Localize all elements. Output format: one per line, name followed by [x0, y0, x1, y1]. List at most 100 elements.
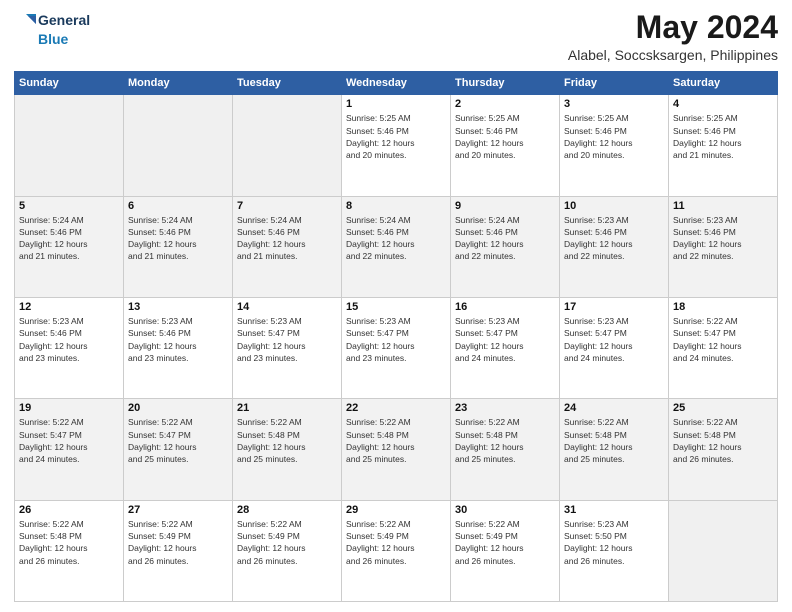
calendar-cell: 18Sunrise: 5:22 AM Sunset: 5:47 PM Dayli…	[669, 297, 778, 398]
day-number: 4	[673, 98, 773, 110]
calendar-cell: 16 Sunrise: 5:23 AM Sunset: 5:47 PM Dayli…	[451, 297, 560, 398]
day-number: 5	[19, 200, 119, 212]
calendar-cell: 2Sunrise: 5:25 AM Sunset: 5:46 PM Daylig…	[451, 95, 560, 196]
day-info: Sunrise: 5:25 AM Sunset: 5:46 PM Dayligh…	[346, 112, 446, 161]
day-info: Sunrise: 5:22 AM Sunset: 5:48 PM Dayligh…	[237, 416, 337, 465]
header-monday: Monday	[124, 72, 233, 95]
logo-wordmark: General Blue	[14, 10, 90, 47]
header-saturday: Saturday	[669, 72, 778, 95]
day-info: Sunrise: 5:22 AM Sunset: 5:49 PM Dayligh…	[128, 518, 228, 567]
calendar-week-0: 1Sunrise: 5:25 AM Sunset: 5:46 PM Daylig…	[15, 95, 778, 196]
calendar-cell: 11 Sunrise: 5:23 AM Sunset: 5:46 PM Dayli…	[669, 196, 778, 297]
day-number: 20	[128, 402, 228, 414]
calendar-cell: 12Sunrise: 5:23 AM Sunset: 5:46 PM Dayli…	[15, 297, 124, 398]
day-number: 9	[455, 200, 555, 212]
day-info: Sunrise: 5:22 AM Sunset: 5:48 PM Dayligh…	[346, 416, 446, 465]
location: Alabel, Soccsksargen, Philippines	[568, 47, 778, 63]
calendar-cell: 25 Sunrise: 5:22 AM Sunset: 5:48 PM Dayli…	[669, 399, 778, 500]
calendar-cell: 13 Sunrise: 5:23 AM Sunset: 5:46 PM Dayli…	[124, 297, 233, 398]
day-number: 13	[128, 301, 228, 313]
calendar-cell: 27 Sunrise: 5:22 AM Sunset: 5:49 PM Dayli…	[124, 500, 233, 601]
day-info: Sunrise: 5:23 AM Sunset: 5:46 PM Dayligh…	[564, 214, 664, 263]
day-number: 27	[128, 504, 228, 516]
day-number: 15	[346, 301, 446, 313]
logo-bird-icon	[14, 10, 36, 32]
calendar-header-row: Sunday Monday Tuesday Wednesday Thursday…	[15, 72, 778, 95]
calendar-cell: 5 Sunrise: 5:24 AM Sunset: 5:46 PM Daylig…	[15, 196, 124, 297]
day-info: Sunrise: 5:24 AM Sunset: 5:46 PM Dayligh…	[19, 214, 119, 263]
logo-blue: Blue	[38, 32, 68, 47]
calendar-cell: 17 Sunrise: 5:23 AM Sunset: 5:47 PM Dayli…	[560, 297, 669, 398]
calendar-cell: 20 Sunrise: 5:22 AM Sunset: 5:47 PM Dayli…	[124, 399, 233, 500]
day-info: Sunrise: 5:23 AM Sunset: 5:46 PM Dayligh…	[128, 315, 228, 364]
header-sunday: Sunday	[15, 72, 124, 95]
day-number: 11	[673, 200, 773, 212]
day-info: Sunrise: 5:24 AM Sunset: 5:46 PM Dayligh…	[346, 214, 446, 263]
day-number: 16	[455, 301, 555, 313]
calendar-cell: 19 Sunrise: 5:22 AM Sunset: 5:47 PM Dayli…	[15, 399, 124, 500]
day-number: 17	[564, 301, 664, 313]
day-number: 25	[673, 402, 773, 414]
day-info: Sunrise: 5:22 AM Sunset: 5:48 PM Dayligh…	[673, 416, 773, 465]
day-info: Sunrise: 5:22 AM Sunset: 5:48 PM Dayligh…	[564, 416, 664, 465]
calendar-cell	[669, 500, 778, 601]
day-number: 31	[564, 504, 664, 516]
calendar-cell: 24 Sunrise: 5:22 AM Sunset: 5:48 PM Dayli…	[560, 399, 669, 500]
calendar-cell: 23 Sunrise: 5:22 AM Sunset: 5:48 PM Dayli…	[451, 399, 560, 500]
calendar-cell: 30 Sunrise: 5:22 AM Sunset: 5:49 PM Dayli…	[451, 500, 560, 601]
calendar-cell: 26Sunrise: 5:22 AM Sunset: 5:48 PM Dayli…	[15, 500, 124, 601]
calendar-cell: 14Sunrise: 5:23 AM Sunset: 5:47 PM Dayli…	[233, 297, 342, 398]
header-thursday: Thursday	[451, 72, 560, 95]
day-info: Sunrise: 5:22 AM Sunset: 5:47 PM Dayligh…	[19, 416, 119, 465]
calendar-week-1: 5 Sunrise: 5:24 AM Sunset: 5:46 PM Daylig…	[15, 196, 778, 297]
logo-general: General	[38, 13, 90, 28]
day-number: 19	[19, 402, 119, 414]
day-info: Sunrise: 5:22 AM Sunset: 5:47 PM Dayligh…	[673, 315, 773, 364]
day-info: Sunrise: 5:25 AM Sunset: 5:46 PM Dayligh…	[564, 112, 664, 161]
day-info: Sunrise: 5:23 AM Sunset: 5:47 PM Dayligh…	[455, 315, 555, 364]
calendar-cell: 9 Sunrise: 5:24 AM Sunset: 5:46 PM Daylig…	[451, 196, 560, 297]
calendar-week-2: 12 Sunrise: 5:23 AM Sunset: 5:46 PM Dayli…	[15, 297, 778, 398]
calendar-cell	[124, 95, 233, 196]
calendar-table: Sunday Monday Tuesday Wednesday Thursday…	[14, 71, 778, 602]
day-info: Sunrise: 5:22 AM Sunset: 5:48 PM Dayligh…	[19, 518, 119, 567]
page: General Blue May 2024 Alabel, Soccsksarg…	[0, 0, 792, 612]
day-number: 8	[346, 200, 446, 212]
day-info: Sunrise: 5:23 AM Sunset: 5:47 PM Dayligh…	[346, 315, 446, 364]
day-number: 6	[128, 200, 228, 212]
day-number: 21	[237, 402, 337, 414]
calendar-cell: 6Sunrise: 5:24 AM Sunset: 5:46 PM Daylig…	[124, 196, 233, 297]
day-number: 12	[19, 301, 119, 313]
calendar-cell: 8 Sunrise: 5:24 AM Sunset: 5:46 PM Daylig…	[342, 196, 451, 297]
calendar-cell: 21 Sunrise: 5:22 AM Sunset: 5:48 PM Dayli…	[233, 399, 342, 500]
calendar-cell: 10Sunrise: 5:23 AM Sunset: 5:46 PM Dayli…	[560, 196, 669, 297]
day-info: Sunrise: 5:23 AM Sunset: 5:46 PM Dayligh…	[673, 214, 773, 263]
calendar-cell: 7Sunrise: 5:24 AM Sunset: 5:46 PM Daylig…	[233, 196, 342, 297]
month-year: May 2024	[568, 10, 778, 45]
day-info: Sunrise: 5:22 AM Sunset: 5:49 PM Dayligh…	[237, 518, 337, 567]
day-info: Sunrise: 5:22 AM Sunset: 5:49 PM Dayligh…	[346, 518, 446, 567]
header-tuesday: Tuesday	[233, 72, 342, 95]
day-number: 24	[564, 402, 664, 414]
calendar-week-3: 19 Sunrise: 5:22 AM Sunset: 5:47 PM Dayli…	[15, 399, 778, 500]
day-number: 23	[455, 402, 555, 414]
calendar-cell: 28Sunrise: 5:22 AM Sunset: 5:49 PM Dayli…	[233, 500, 342, 601]
day-info: Sunrise: 5:22 AM Sunset: 5:47 PM Dayligh…	[128, 416, 228, 465]
header-wednesday: Wednesday	[342, 72, 451, 95]
calendar-cell: 15 Sunrise: 5:23 AM Sunset: 5:47 PM Dayli…	[342, 297, 451, 398]
day-number: 2	[455, 98, 555, 110]
day-info: Sunrise: 5:23 AM Sunset: 5:47 PM Dayligh…	[564, 315, 664, 364]
calendar-cell	[233, 95, 342, 196]
day-info: Sunrise: 5:22 AM Sunset: 5:48 PM Dayligh…	[455, 416, 555, 465]
day-number: 14	[237, 301, 337, 313]
header-friday: Friday	[560, 72, 669, 95]
calendar-cell: 29Sunrise: 5:22 AM Sunset: 5:49 PM Dayli…	[342, 500, 451, 601]
calendar-cell: 4Sunrise: 5:25 AM Sunset: 5:46 PM Daylig…	[669, 95, 778, 196]
day-info: Sunrise: 5:22 AM Sunset: 5:49 PM Dayligh…	[455, 518, 555, 567]
day-info: Sunrise: 5:24 AM Sunset: 5:46 PM Dayligh…	[455, 214, 555, 263]
day-number: 3	[564, 98, 664, 110]
day-number: 30	[455, 504, 555, 516]
calendar-cell: 1Sunrise: 5:25 AM Sunset: 5:46 PM Daylig…	[342, 95, 451, 196]
calendar-cell: 31Sunrise: 5:23 AM Sunset: 5:50 PM Dayli…	[560, 500, 669, 601]
header: General Blue May 2024 Alabel, Soccsksarg…	[14, 10, 778, 63]
